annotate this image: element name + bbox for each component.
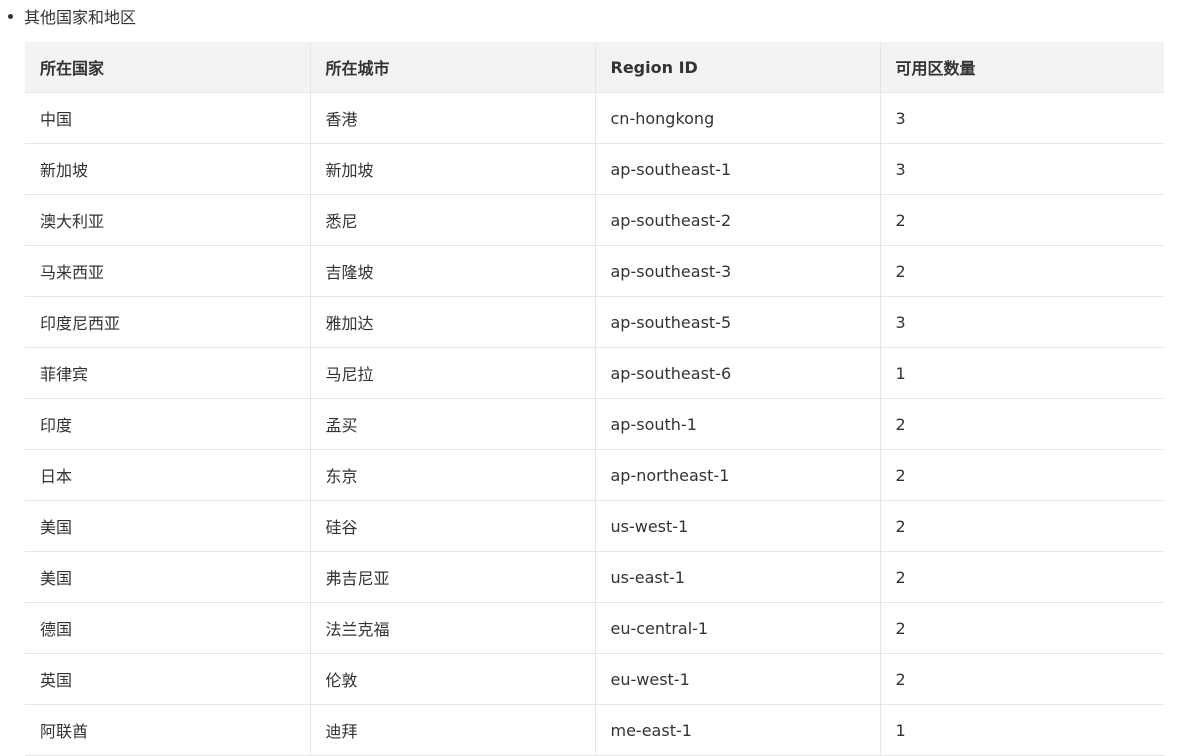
cell-country: 日本 <box>25 449 310 501</box>
table-row: 澳大利亚 悉尼 ap-southeast-2 2 <box>25 194 1164 246</box>
cell-country: 美国 <box>25 551 310 603</box>
cell-city: 伦敦 <box>309 653 595 705</box>
cell-city: 孟买 <box>309 398 595 450</box>
cell-region-id: ap-southeast-1 <box>594 143 880 195</box>
table-row: 新加坡 新加坡 ap-southeast-1 3 <box>25 143 1164 195</box>
region-table-container: 所在国家 所在城市 Region ID 可用区数量 中国 香港 cn-hongk… <box>25 42 1164 756</box>
table-row: 阿联酋 迪拜 me-east-1 1 <box>25 704 1164 756</box>
cell-zone-count: 2 <box>879 551 1164 603</box>
cell-region-id: eu-west-1 <box>594 653 880 705</box>
table-row: 中国 香港 cn-hongkong 3 <box>25 92 1164 144</box>
region-table: 所在国家 所在城市 Region ID 可用区数量 中国 香港 cn-hongk… <box>25 42 1164 756</box>
table-row: 印度 孟买 ap-south-1 2 <box>25 398 1164 450</box>
cell-region-id: us-west-1 <box>594 500 880 552</box>
cell-zone-count: 3 <box>879 92 1164 144</box>
table-row: 美国 弗吉尼亚 us-east-1 2 <box>25 551 1164 603</box>
cell-zone-count: 2 <box>879 653 1164 705</box>
cell-city: 硅谷 <box>309 500 595 552</box>
table-row: 印度尼西亚 雅加达 ap-southeast-5 3 <box>25 296 1164 348</box>
cell-region-id: cn-hongkong <box>594 92 880 144</box>
table-row: 美国 硅谷 us-west-1 2 <box>25 500 1164 552</box>
cell-region-id: ap-southeast-3 <box>594 245 880 297</box>
cell-city: 法兰克福 <box>309 602 595 654</box>
cell-city: 新加坡 <box>309 143 595 195</box>
cell-region-id: ap-south-1 <box>594 398 880 450</box>
cell-country: 菲律宾 <box>25 347 310 399</box>
cell-zone-count: 3 <box>879 143 1164 195</box>
header-country: 所在国家 <box>25 42 310 93</box>
table-row: 英国 伦敦 eu-west-1 2 <box>25 653 1164 705</box>
cell-country: 马来西亚 <box>25 245 310 297</box>
section-title: 其他国家和地区 <box>24 8 137 27</box>
cell-zone-count: 3 <box>879 296 1164 348</box>
cell-region-id: ap-northeast-1 <box>594 449 880 501</box>
cell-zone-count: 1 <box>879 347 1164 399</box>
cell-country: 新加坡 <box>25 143 310 195</box>
cell-region-id: ap-southeast-2 <box>594 194 880 246</box>
cell-zone-count: 2 <box>879 449 1164 501</box>
cell-zone-count: 2 <box>879 398 1164 450</box>
header-zone-count: 可用区数量 <box>879 42 1164 93</box>
table-row: 菲律宾 马尼拉 ap-southeast-6 1 <box>25 347 1164 399</box>
cell-zone-count: 2 <box>879 245 1164 297</box>
cell-city: 香港 <box>309 92 595 144</box>
cell-region-id: ap-southeast-5 <box>594 296 880 348</box>
table-header-row: 所在国家 所在城市 Region ID 可用区数量 <box>25 42 1164 93</box>
cell-region-id: us-east-1 <box>594 551 880 603</box>
cell-country: 印度 <box>25 398 310 450</box>
section-bullet-item: 其他国家和地区 <box>8 5 136 27</box>
cell-country: 德国 <box>25 602 310 654</box>
header-region-id: Region ID <box>594 42 880 93</box>
cell-city: 迪拜 <box>309 704 595 756</box>
cell-country: 阿联酋 <box>25 704 310 756</box>
table-row: 日本 东京 ap-northeast-1 2 <box>25 449 1164 501</box>
cell-city: 悉尼 <box>309 194 595 246</box>
cell-city: 吉隆坡 <box>309 245 595 297</box>
cell-country: 澳大利亚 <box>25 194 310 246</box>
cell-zone-count: 2 <box>879 500 1164 552</box>
cell-country: 中国 <box>25 92 310 144</box>
cell-country: 美国 <box>25 500 310 552</box>
cell-city: 马尼拉 <box>309 347 595 399</box>
cell-region-id: eu-central-1 <box>594 602 880 654</box>
table-row: 德国 法兰克福 eu-central-1 2 <box>25 602 1164 654</box>
cell-country: 印度尼西亚 <box>25 296 310 348</box>
table-row: 马来西亚 吉隆坡 ap-southeast-3 2 <box>25 245 1164 297</box>
cell-city: 东京 <box>309 449 595 501</box>
cell-zone-count: 1 <box>879 704 1164 756</box>
cell-zone-count: 2 <box>879 602 1164 654</box>
cell-country: 英国 <box>25 653 310 705</box>
header-city: 所在城市 <box>309 42 595 93</box>
cell-region-id: me-east-1 <box>594 704 880 756</box>
cell-region-id: ap-southeast-6 <box>594 347 880 399</box>
cell-zone-count: 2 <box>879 194 1164 246</box>
cell-city: 弗吉尼亚 <box>309 551 595 603</box>
cell-city: 雅加达 <box>309 296 595 348</box>
bullet-icon <box>8 13 13 19</box>
